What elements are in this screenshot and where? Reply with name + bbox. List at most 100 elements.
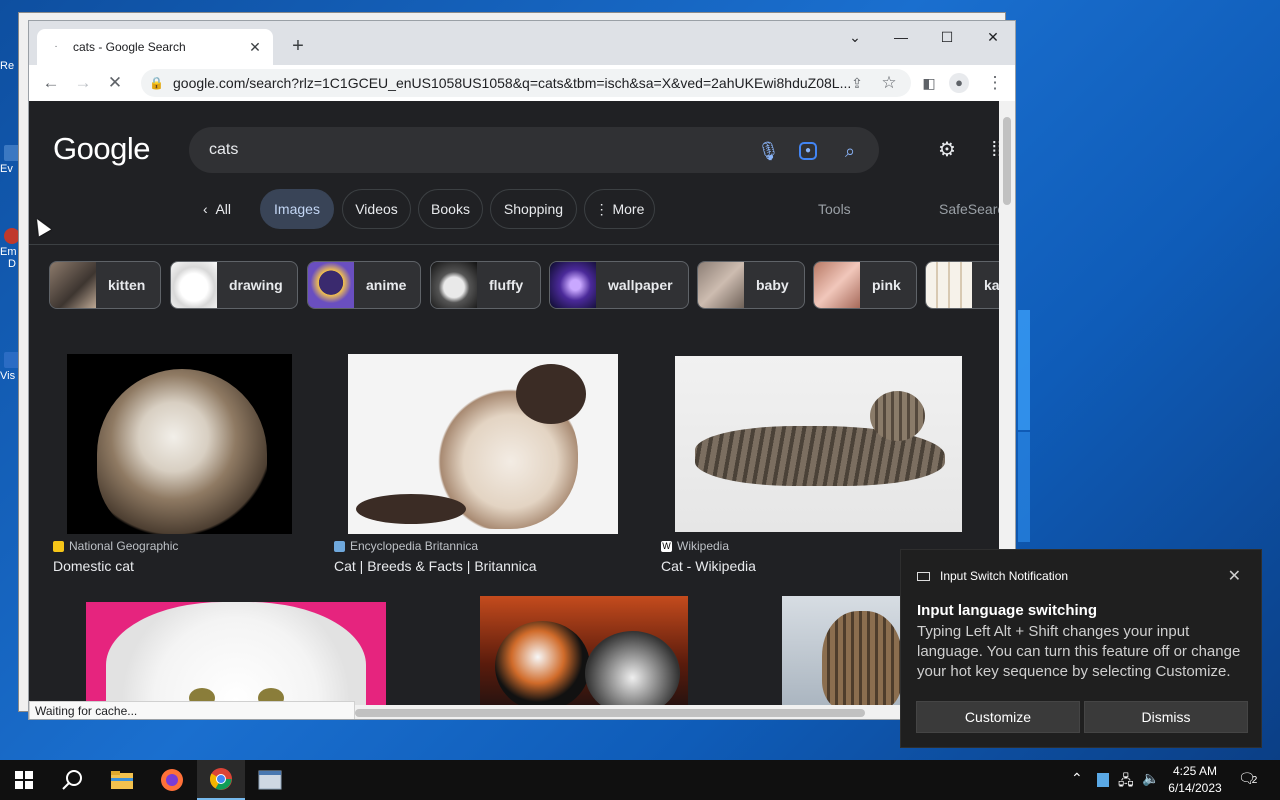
notification-header: Input Switch Notification (917, 569, 1068, 583)
dismiss-button[interactable]: Dismiss (1084, 701, 1248, 733)
app-window-button[interactable] (246, 760, 294, 800)
maximize-button[interactable]: ☐ (924, 21, 970, 53)
nav-more[interactable]: ⋮ More (584, 189, 655, 229)
bookmark-star-icon[interactable]: ☆ (877, 71, 901, 95)
notification-heading: Input language switching (917, 602, 1097, 619)
scrollbar-thumb[interactable] (1003, 117, 1011, 205)
search-input[interactable]: cats 🎙 ● ⌕ (189, 127, 879, 173)
taskbar: ⌃ 🖧 🔈 4:25 AM 6/14/2023 🗨2 (0, 760, 1280, 800)
desktop-icon-label: Em (0, 246, 17, 258)
stop-loading-button[interactable]: ✕ (103, 71, 127, 95)
forward-button[interactable]: → (71, 71, 95, 95)
loading-icon: · (54, 41, 58, 52)
file-explorer-button[interactable] (98, 760, 146, 800)
desktop-icon-label: Vis (0, 370, 16, 382)
windows-logo-icon (15, 771, 33, 789)
network-icon[interactable]: 🖧 (1118, 770, 1134, 794)
settings-gear-icon[interactable]: ⚙ (935, 138, 959, 162)
search-icon[interactable]: ⌕ (839, 140, 861, 162)
tools-button[interactable]: Tools (818, 189, 851, 229)
result-source-text: Wikipedia (677, 539, 730, 553)
nav-all-label: All (215, 201, 232, 217)
refine-chip-anime[interactable]: anime (307, 261, 421, 309)
close-window-button[interactable]: ✕ (970, 21, 1015, 53)
tray-app-icon[interactable] (1097, 773, 1109, 787)
start-button[interactable] (0, 760, 48, 800)
nav-images[interactable]: Images (260, 189, 334, 229)
refine-thumbnail (431, 262, 477, 308)
action-center-icon[interactable]: 🗨2 (1238, 770, 1257, 787)
tab-search-icon[interactable]: ⌄ (832, 21, 878, 53)
refine-thumbnail (50, 262, 96, 308)
refine-thumbnail (814, 262, 860, 308)
chrome-icon (210, 768, 232, 790)
refine-chip-baby[interactable]: baby (697, 261, 805, 309)
refine-chip-pink[interactable]: pink (813, 261, 917, 309)
image-result-white-cat[interactable] (86, 602, 386, 709)
lens-icon[interactable]: ● (799, 142, 817, 160)
browser-toolbar: ← → ✕ 🔒 google.com/search?rlz=1C1GCEU_en… (29, 65, 1015, 101)
refine-thumbnail (550, 262, 596, 308)
result-source[interactable]: W Wikipedia (661, 539, 729, 553)
volume-muted-icon[interactable]: 🔈 (1142, 770, 1159, 787)
nav-videos[interactable]: Videos (342, 189, 411, 229)
image-result-britannica-cat[interactable] (348, 354, 618, 534)
nav-shopping[interactable]: Shopping (490, 189, 577, 229)
result-title[interactable]: Domestic cat (53, 558, 134, 574)
desktop-icon-label: D (8, 258, 16, 270)
refine-thumbnail (926, 262, 972, 308)
address-bar[interactable]: 🔒 google.com/search?rlz=1C1GCEU_enUS1058… (141, 69, 911, 97)
refine-label: pink (872, 277, 901, 293)
search-button[interactable] (48, 760, 96, 800)
result-source-text: National Geographic (69, 539, 179, 553)
profile-avatar[interactable]: ● (949, 73, 969, 93)
google-images-page: Google cats 🎙 ● ⌕ ⚙ ⁞⁞ ‹ All Images Vide… (29, 101, 999, 709)
notification-app-name: Input Switch Notification (940, 569, 1069, 583)
chrome-window: · cats - Google Search ✕ + ⌄ — ☐ ✕ ← → ✕… (28, 20, 1016, 720)
close-tab-icon[interactable]: ✕ (247, 39, 263, 55)
scrollbar-thumb[interactable] (355, 709, 865, 717)
divider (29, 244, 999, 245)
result-title[interactable]: Cat | Breeds & Facts | Britannica (334, 558, 537, 574)
customize-button[interactable]: Customize (916, 701, 1080, 733)
clock[interactable]: 4:25 AM 6/14/2023 (1162, 763, 1228, 797)
show-hidden-icons[interactable]: ⌃ (1071, 770, 1083, 787)
refine-chip-drawing[interactable]: drawing (170, 261, 298, 309)
google-logo[interactable]: Google (53, 131, 150, 167)
share-icon[interactable]: ⇪ (845, 71, 869, 95)
firefox-icon (161, 769, 183, 791)
nav-all[interactable]: ‹ All (203, 189, 231, 229)
new-tab-button[interactable]: + (287, 35, 309, 57)
close-notification-icon[interactable]: ✕ (1228, 566, 1241, 586)
image-result-wikipedia-cat[interactable] (675, 356, 962, 532)
apps-grid-icon[interactable]: ⁞⁞ (985, 138, 999, 162)
firefox-button[interactable] (148, 760, 196, 800)
voice-search-icon[interactable]: 🎙 (757, 140, 780, 162)
tab-cats-search[interactable]: · cats - Google Search ✕ (37, 29, 273, 65)
tab-strip: · cats - Google Search ✕ + ⌄ — ☐ ✕ (29, 21, 1015, 65)
wikipedia-favicon-icon: W (661, 540, 672, 552)
nav-more-label: More (612, 201, 645, 217)
lock-icon[interactable]: 🔒 (149, 76, 164, 90)
refine-chip-kawaii[interactable]: kawaii (925, 261, 999, 309)
side-panel-icon[interactable]: ◧ (917, 71, 941, 95)
refine-label: kitten (108, 277, 146, 293)
wallpaper-light-beam (1018, 432, 1030, 542)
image-result-domestic-cat[interactable] (67, 354, 292, 534)
refine-chip-wallpaper[interactable]: wallpaper (549, 261, 689, 309)
minimize-button[interactable]: — (878, 21, 924, 53)
wallpaper-light-beam (1018, 310, 1030, 430)
refine-chip-fluffy[interactable]: fluffy (430, 261, 541, 309)
result-source[interactable]: Encyclopedia Britannica (334, 539, 478, 553)
refine-chip-kitten[interactable]: kitten (49, 261, 161, 309)
browser-menu-icon[interactable]: ⋮ (983, 71, 1007, 95)
image-result-kittens[interactable] (480, 596, 688, 709)
back-button[interactable]: ← (39, 71, 63, 95)
folder-icon (111, 771, 133, 789)
result-source-text: Encyclopedia Britannica (350, 539, 479, 553)
result-title[interactable]: Cat - Wikipedia (661, 558, 756, 574)
nav-books[interactable]: Books (418, 189, 483, 229)
result-source[interactable]: National Geographic (53, 539, 178, 553)
chrome-button[interactable] (197, 760, 245, 800)
safesearch-button[interactable]: SafeSearch (939, 189, 999, 229)
